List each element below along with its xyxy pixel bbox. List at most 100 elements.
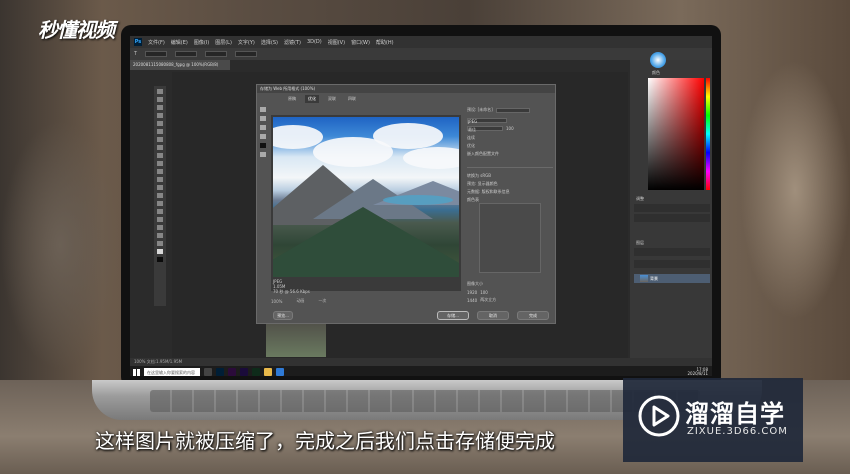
menu-layer[interactable]: 图层(L) bbox=[215, 39, 232, 46]
pen-tool-icon[interactable] bbox=[157, 201, 163, 206]
type-tool-icon[interactable]: T bbox=[134, 51, 137, 57]
color-table bbox=[479, 203, 541, 273]
tab-4-up[interactable]: 四联 bbox=[345, 95, 359, 103]
brush-tool-icon[interactable] bbox=[157, 145, 163, 150]
audition-taskbar-icon[interactable] bbox=[252, 368, 260, 376]
crop-tool-icon[interactable] bbox=[157, 121, 163, 126]
after-effects-taskbar-icon[interactable] bbox=[240, 368, 248, 376]
image-size-row: 图像大小 bbox=[467, 281, 553, 287]
type-tool-side-icon[interactable] bbox=[157, 209, 163, 214]
font-style-field[interactable] bbox=[175, 51, 198, 57]
size-fields-row: 1920 100 bbox=[467, 289, 553, 295]
tab-original[interactable]: 原稿 bbox=[285, 95, 299, 103]
preview-photo bbox=[273, 117, 459, 277]
preview-row: 预览: 显示器颜色 bbox=[467, 181, 553, 187]
background-light bbox=[740, 60, 850, 320]
layers-panel-label[interactable]: 图层 bbox=[636, 240, 644, 246]
layers-blend-row[interactable] bbox=[634, 260, 710, 268]
menu-type[interactable]: 文字(Y) bbox=[238, 39, 255, 46]
folder-taskbar-icon[interactable] bbox=[264, 368, 272, 376]
toggle-slices-icon[interactable] bbox=[260, 152, 266, 157]
checkbox-optimized[interactable]: 优化 bbox=[467, 143, 475, 149]
menu-3d[interactable]: 3D(D) bbox=[307, 39, 322, 45]
video-subtitle: 这样图片就被压缩了，完成之后我们点击存储便完成 bbox=[95, 429, 555, 453]
done-button[interactable]: 完成 bbox=[517, 311, 549, 320]
cloud-shape bbox=[373, 123, 443, 149]
antialias-field[interactable] bbox=[235, 51, 258, 57]
font-size-field[interactable] bbox=[205, 51, 228, 57]
preview-select[interactable]: 预览: 显示器颜色 bbox=[467, 181, 498, 187]
eyedropper-tool-icon[interactable] bbox=[157, 129, 163, 134]
checkbox-convert-srgb[interactable]: 转换为 sRGB bbox=[467, 173, 491, 179]
zoom-tool-icon[interactable] bbox=[157, 241, 163, 246]
loop-select[interactable]: 一次 bbox=[318, 298, 326, 304]
quality-value[interactable]: 100 bbox=[506, 126, 514, 131]
marquee-tool-icon[interactable] bbox=[157, 97, 163, 102]
preview-button[interactable]: 预览... bbox=[273, 311, 293, 320]
avatar[interactable] bbox=[650, 52, 666, 68]
hue-slider[interactable] bbox=[706, 78, 710, 190]
healing-tool-icon[interactable] bbox=[157, 137, 163, 142]
document-tab[interactable]: 2020081115080808_fgpg @ 100%(RGB/8) bbox=[130, 60, 230, 70]
premiere-taskbar-icon[interactable] bbox=[228, 368, 236, 376]
stamp-tool-icon[interactable] bbox=[157, 153, 163, 158]
slice-select-icon[interactable] bbox=[260, 116, 266, 121]
hand-tool-icon[interactable] bbox=[157, 233, 163, 238]
zoom-icon[interactable] bbox=[260, 125, 266, 130]
history-brush-tool-icon[interactable] bbox=[157, 161, 163, 166]
adjustments-row-2[interactable] bbox=[634, 214, 710, 222]
taskbar-search-input[interactable]: 在这里输入你要搜索的内容 bbox=[144, 367, 200, 376]
checkbox-progressive[interactable]: 连续 bbox=[467, 135, 475, 141]
hand-icon[interactable] bbox=[260, 107, 266, 112]
menu-window[interactable]: 窗口(W) bbox=[351, 39, 370, 46]
tab-2-up[interactable]: 双联 bbox=[325, 95, 339, 103]
quick-select-tool-icon[interactable] bbox=[157, 113, 163, 118]
menu-file[interactable]: 文件(F) bbox=[148, 39, 165, 46]
shape-tool-icon[interactable] bbox=[157, 225, 163, 230]
layers-filter-row[interactable] bbox=[634, 248, 710, 256]
font-family-field[interactable] bbox=[145, 51, 168, 57]
eyedropper-color-icon[interactable] bbox=[260, 143, 266, 148]
menu-view[interactable]: 视图(V) bbox=[328, 39, 345, 46]
color-panel-label[interactable]: 颜色 bbox=[652, 70, 660, 76]
app-taskbar-icon[interactable] bbox=[276, 368, 284, 376]
cancel-button[interactable]: 取消 bbox=[477, 311, 509, 320]
checkbox-embed-profile[interactable]: 嵌入颜色配置文件 bbox=[467, 151, 499, 157]
adjustments-row-1[interactable] bbox=[634, 204, 710, 212]
preview-download-time: 70 秒 @ 56.6 Kbps bbox=[273, 289, 310, 294]
menu-filter[interactable]: 滤镜(T) bbox=[284, 39, 301, 46]
move-tool-icon[interactable] bbox=[157, 89, 163, 94]
percent-field[interactable]: 100 bbox=[480, 290, 488, 295]
gradient-tool-icon[interactable] bbox=[157, 177, 163, 182]
foreground-color-swatch[interactable] bbox=[157, 249, 163, 254]
metadata-select[interactable]: 元数据: 版权和联系信息 bbox=[467, 189, 510, 195]
menu-edit[interactable]: 编辑(E) bbox=[171, 39, 188, 46]
color-picker-field[interactable] bbox=[648, 78, 704, 190]
zoom-select[interactable]: 100% bbox=[271, 299, 282, 304]
preset-select[interactable] bbox=[495, 107, 530, 113]
width-field[interactable]: 1920 bbox=[467, 290, 477, 295]
menu-image[interactable]: 图像(I) bbox=[194, 39, 209, 46]
adjustments-panel-label[interactable]: 调整 bbox=[636, 196, 644, 202]
menu-select[interactable]: 选择(S) bbox=[261, 39, 278, 46]
windows-start-icon[interactable] bbox=[133, 368, 140, 376]
blur-tool-icon[interactable] bbox=[157, 185, 163, 190]
system-tray-clock[interactable]: 17:08 2020/8/11 bbox=[687, 368, 708, 376]
save-button[interactable]: 存储... bbox=[437, 311, 469, 320]
menu-help[interactable]: 帮助(H) bbox=[376, 39, 394, 46]
background-color-swatch[interactable] bbox=[157, 257, 163, 262]
status-bar: 100% 文档:1.95M/1.95M bbox=[130, 358, 712, 366]
dodge-tool-icon[interactable] bbox=[157, 193, 163, 198]
eyedropper-icon[interactable] bbox=[260, 134, 266, 139]
path-select-tool-icon[interactable] bbox=[157, 217, 163, 222]
lasso-tool-icon[interactable] bbox=[157, 105, 163, 110]
photoshop-taskbar-icon[interactable] bbox=[216, 368, 224, 376]
preview-info: JPEG 1.05M 70 秒 @ 56.6 Kbps bbox=[273, 279, 310, 294]
tab-optimized[interactable]: 优化 bbox=[305, 95, 319, 103]
task-view-icon[interactable] bbox=[204, 368, 212, 376]
format-select[interactable]: JPEG bbox=[467, 117, 507, 124]
quality-select[interactable]: 最佳 bbox=[467, 125, 503, 132]
eraser-tool-icon[interactable] bbox=[157, 169, 163, 174]
metadata-row: 元数据: 版权和联系信息 bbox=[467, 189, 553, 195]
photoshop-logo-icon[interactable]: Ps bbox=[134, 38, 142, 46]
